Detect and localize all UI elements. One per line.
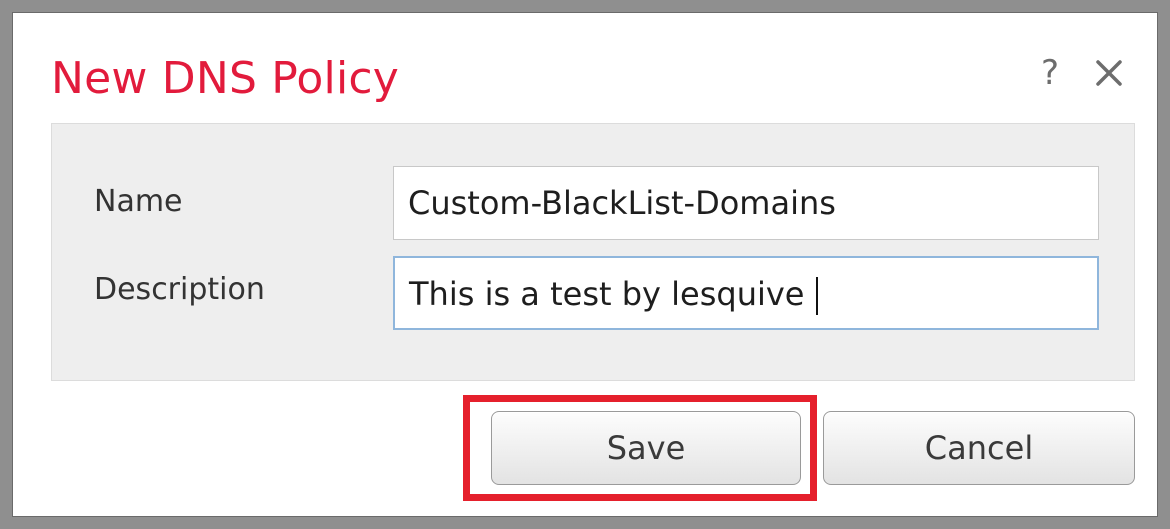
new-dns-policy-dialog: New DNS Policy ? Name Custom-BlackList-D… <box>12 12 1158 517</box>
description-input-value: This is a test by lesquive <box>409 275 805 313</box>
form-panel: Name Custom-BlackList-Domains Descriptio… <box>51 123 1135 381</box>
close-icon[interactable] <box>1087 53 1131 93</box>
description-input[interactable]: This is a test by lesquive <box>393 256 1099 330</box>
cancel-button[interactable]: Cancel <box>823 411 1135 485</box>
description-label: Description <box>94 272 265 307</box>
name-label: Name <box>94 184 183 219</box>
name-input[interactable]: Custom-BlackList-Domains <box>393 166 1099 240</box>
save-button[interactable]: Save <box>491 411 801 485</box>
name-input-value: Custom-BlackList-Domains <box>408 184 836 222</box>
dialog-title: New DNS Policy <box>51 53 400 104</box>
close-icon-glyph <box>1096 60 1122 86</box>
text-caret <box>816 277 819 315</box>
help-icon[interactable]: ? <box>1035 53 1065 93</box>
